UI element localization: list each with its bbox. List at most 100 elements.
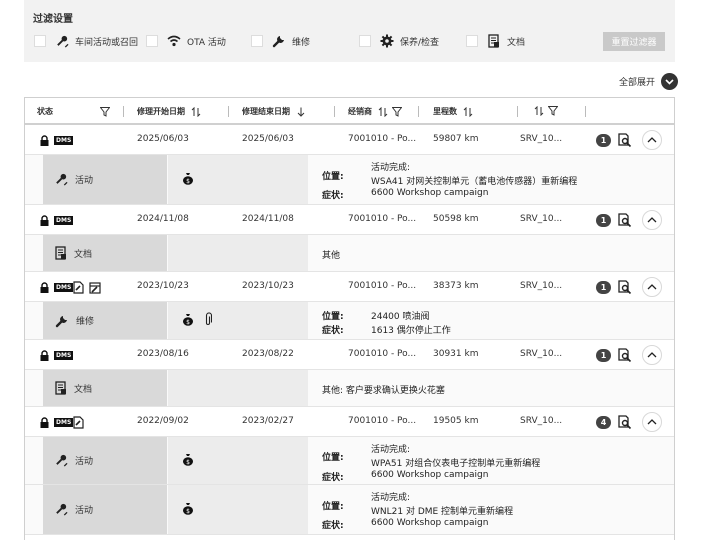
detail-type: 活动 [43, 485, 167, 534]
detail-icons [168, 370, 308, 406]
filter-funnel-icon[interactable] [548, 106, 558, 116]
detail-type: 活动 [43, 155, 167, 204]
reset-filter-button[interactable]: 重置过滤器 [603, 32, 665, 51]
detail-row: 文档 其他 [25, 235, 674, 272]
money-bag-icon[interactable]: $ [182, 313, 194, 329]
collapse-row-button[interactable] [642, 345, 662, 365]
recall-wrench-icon [55, 503, 68, 516]
start-date: 2022/09/02 [137, 416, 189, 426]
detail-icons [168, 235, 308, 271]
recall-wrench-icon [55, 454, 68, 467]
column-divider [228, 106, 229, 117]
detail-icons: $ [168, 302, 308, 339]
detail-row: 活动 $ 位置: 活动完成: WSA41 对网关控制单元（蓄电池传感器）重新编程… [25, 155, 674, 205]
chevron-up-icon [647, 137, 657, 143]
count-badge: 1 [596, 349, 611, 362]
lock-icon [40, 135, 49, 149]
svg-text:$: $ [186, 459, 190, 466]
repair-checkbox[interactable] [251, 35, 263, 47]
start-date: 2023/08/16 [137, 349, 189, 359]
header-order[interactable] [528, 106, 558, 116]
search-document-icon[interactable] [618, 415, 632, 432]
start-date: 2025/06/03 [137, 134, 189, 144]
document-icon [487, 34, 501, 48]
column-divider [123, 106, 124, 117]
end-date: 2025/06/03 [242, 134, 294, 144]
dms-badge: DMS [54, 283, 74, 292]
recall-wrench-icon [55, 173, 68, 186]
wifi-icon [167, 34, 181, 48]
search-document-icon[interactable] [618, 280, 632, 297]
table-row[interactable]: DMS 2025/06/03 2025/06/03 7001010 - Po..… [25, 125, 674, 155]
sort-both-icon[interactable] [463, 106, 473, 117]
filter-option-recall[interactable]: 车间活动或召回 [34, 34, 138, 48]
table-row[interactable]: DMS 2022/09/02 2023/02/27 7001010 - Po..… [25, 407, 674, 437]
count-badge: 1 [596, 134, 611, 147]
filter-title: 过滤设置 [33, 14, 73, 25]
detail-row: 活动 $ 位置: 活动完成: WNL21 对 DME 控制单元重新编程 症状: … [25, 485, 674, 535]
ota-checkbox[interactable] [146, 35, 158, 47]
chevron-down-icon[interactable] [661, 73, 679, 90]
count-badge: 1 [596, 281, 611, 294]
table-row[interactable]: DMS 2023/08/16 2023/08/22 7001010 - Po..… [25, 340, 674, 370]
table-row[interactable]: DMS 2024/11/08 2024/11/08 7001010 - Po..… [25, 205, 674, 235]
header-dealer[interactable]: 经销商 [348, 106, 402, 117]
detail-description: 其他 [309, 235, 674, 271]
header-end-date[interactable]: 修理结束日期 [242, 106, 306, 117]
detail-description: 位置: 活动完成: WPA51 对组合仪表电子控制单元重新编程 症状: 6600… [309, 437, 674, 484]
filter-funnel-icon[interactable] [392, 106, 402, 117]
sort-down-icon[interactable] [296, 107, 306, 117]
money-bag-icon[interactable]: $ [182, 172, 194, 188]
collapse-row-button[interactable] [642, 210, 662, 230]
lock-icon [40, 417, 49, 431]
detail-icons: $ [168, 155, 308, 204]
money-bag-icon[interactable]: $ [182, 453, 194, 469]
header-start-date[interactable]: 修理开始日期 [137, 106, 201, 117]
header-status[interactable]: 状态 [37, 106, 110, 117]
mileage: 59807 km [433, 134, 479, 144]
chevron-up-icon [647, 419, 657, 425]
filter-option-repair[interactable]: 维修 [251, 34, 310, 48]
detail-row: 活动 $ 位置: 活动完成: WPA51 对组合仪表电子控制单元重新编程 症状:… [25, 437, 674, 485]
sort-both-icon[interactable] [534, 106, 544, 116]
wrench-icon [55, 314, 69, 328]
filter-option-label: OTA 活动 [187, 37, 226, 48]
table-row[interactable]: DMS 2023/10/23 2023/10/23 7001010 - Po..… [25, 272, 674, 302]
detail-description: 位置: 24400 喷油阀 症状: 1613 偶尔停止工作 [309, 302, 674, 339]
search-document-icon[interactable] [618, 133, 632, 150]
collapse-row-button[interactable] [642, 412, 662, 432]
service-id: SRV_10... [520, 416, 563, 426]
sort-both-icon[interactable] [191, 106, 201, 117]
mileage: 30931 km [433, 349, 479, 359]
detail-description: 位置: 活动完成: WSA41 对网关控制单元（蓄电池传感器）重新编程 症状: … [309, 155, 674, 204]
detail-description: 位置: 活动完成: WNL21 对 DME 控制单元重新编程 症状: 6600 … [309, 485, 674, 534]
filter-option-maintenance[interactable]: 保养/检查 [359, 34, 439, 48]
filter-option-ota[interactable]: OTA 活动 [146, 34, 226, 48]
recall-checkbox[interactable] [34, 35, 46, 47]
detail-icons: $ [168, 485, 308, 534]
mileage: 38373 km [433, 281, 479, 291]
detail-description: 其他: 客户要求确认更换火花塞 [309, 370, 674, 406]
money-bag-icon[interactable]: $ [182, 502, 194, 518]
column-divider [517, 106, 518, 117]
end-date: 2023/10/23 [242, 281, 294, 291]
collapse-row-button[interactable] [642, 277, 662, 297]
expand-all-toggle[interactable]: 全部展开 [619, 73, 679, 90]
service-id: SRV_10... [520, 214, 563, 224]
service-id: SRV_10... [520, 281, 563, 291]
filter-funnel-icon[interactable] [100, 106, 110, 117]
service-id: SRV_10... [520, 134, 563, 144]
svg-text:$: $ [186, 319, 190, 326]
filter-option-label: 文档 [507, 37, 526, 48]
search-document-icon[interactable] [618, 348, 632, 365]
search-document-icon[interactable] [618, 213, 632, 230]
sort-both-icon[interactable] [378, 106, 388, 117]
paperclip-icon[interactable] [204, 311, 213, 329]
dealer: 7001010 - Po... [348, 214, 417, 224]
maintenance-checkbox[interactable] [359, 35, 371, 47]
filter-option-document[interactable]: 文档 [466, 34, 525, 48]
collapse-row-button[interactable] [642, 130, 662, 150]
lock-icon [40, 215, 49, 229]
document-checkbox[interactable] [466, 35, 478, 47]
header-mileage[interactable]: 里程数 [433, 106, 473, 117]
